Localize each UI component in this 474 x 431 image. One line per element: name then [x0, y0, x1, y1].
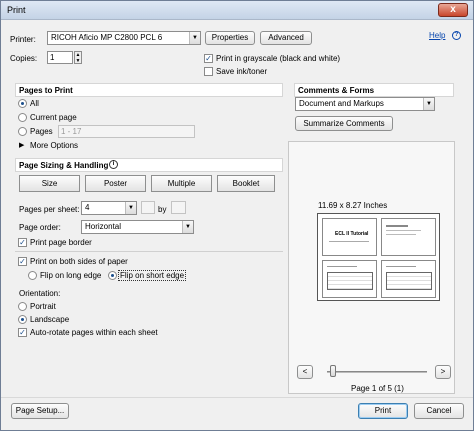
preview-page-4 — [381, 260, 436, 298]
comments-selected: Document and Markups — [299, 99, 384, 108]
pages-per-sheet-cols[interactable] — [141, 201, 155, 214]
tab-poster[interactable]: Poster — [85, 175, 146, 192]
grayscale-label: Print in grayscale (black and white) — [216, 54, 341, 63]
landscape-label: Landscape — [30, 315, 70, 324]
cancel-button[interactable]: Cancel — [414, 403, 464, 419]
preview-sheet: ECL II Tutorial — [317, 213, 440, 301]
advanced-button[interactable]: Advanced — [260, 31, 312, 45]
triangle-right-icon[interactable]: ▶ — [19, 141, 24, 149]
properties-button[interactable]: Properties — [205, 31, 255, 45]
page-sizing-title: Page Sizing & Handling — [19, 161, 109, 170]
chevron-down-icon: ▼ — [189, 32, 200, 44]
preview-page-2 — [381, 218, 436, 256]
page-border-label: Print page border — [30, 238, 92, 247]
portrait-label: Portrait — [30, 302, 56, 311]
chevron-down-icon: ▼ — [182, 221, 193, 233]
comments-select[interactable]: Document and Markups ▼ — [295, 97, 435, 111]
chevron-down-icon: ▼ — [423, 98, 434, 110]
save-ink-checkbox[interactable] — [204, 67, 213, 76]
long-edge-radio[interactable] — [28, 271, 37, 280]
window-title: Print — [7, 5, 26, 15]
printer-selected: RICOH Aficio MP C2800 PCL 6 — [51, 33, 163, 42]
pages-range-input[interactable]: 1 - 17 — [58, 125, 195, 138]
title-bar: Print x — [1, 1, 473, 20]
print-dialog: Print x Printer: RICOH Aficio MP C2800 P… — [0, 0, 474, 431]
preview-table — [386, 272, 432, 290]
page-sizing-header: Page Sizing & Handling — [15, 158, 283, 172]
preview-line — [329, 241, 369, 242]
preview-table — [327, 272, 373, 290]
landscape-radio[interactable] — [18, 315, 27, 324]
portrait-radio[interactable] — [18, 302, 27, 311]
all-pages-label: All — [30, 99, 39, 108]
grayscale-checkbox[interactable]: ✓ — [204, 54, 213, 63]
pages-per-sheet-rows[interactable] — [171, 201, 186, 214]
orientation-label: Orientation: — [19, 289, 61, 298]
short-edge-label: Flip on short edge — [118, 270, 187, 281]
tab-size[interactable]: Size — [19, 175, 80, 192]
preview-line — [386, 234, 416, 235]
print-button[interactable]: Print — [358, 403, 408, 419]
page-border-checkbox[interactable]: ✓ — [18, 238, 27, 247]
preview-page-title: ECL II Tutorial — [335, 231, 369, 237]
footer-divider — [1, 397, 473, 398]
by-label: by — [158, 205, 167, 214]
printer-label: Printer: — [10, 35, 36, 44]
pages-per-sheet-select[interactable]: 4 ▼ — [81, 201, 137, 215]
page-order-select[interactable]: Horizontal ▼ — [81, 220, 194, 234]
pages-radio[interactable] — [18, 127, 27, 136]
info-icon[interactable]: i — [109, 160, 118, 169]
page-slider-track[interactable] — [327, 371, 427, 373]
close-button[interactable]: x — [438, 3, 468, 17]
current-page-label: Current page — [30, 113, 77, 122]
copies-input[interactable]: 1 — [47, 51, 73, 64]
pages-per-sheet-label: Pages per sheet: — [19, 205, 80, 214]
auto-rotate-label: Auto-rotate pages within each sheet — [30, 328, 158, 337]
auto-rotate-checkbox[interactable]: ✓ — [18, 328, 27, 337]
pages-label: Pages — [30, 127, 53, 136]
divider — [15, 251, 283, 252]
previous-page-button[interactable]: < — [297, 365, 313, 379]
help-icon[interactable]: ? — [452, 31, 461, 40]
preview-page-3 — [322, 260, 377, 298]
summarize-comments-button[interactable]: Summarize Comments — [295, 116, 393, 131]
pages-per-sheet-value: 4 — [85, 203, 90, 212]
both-sides-checkbox[interactable]: ✓ — [18, 257, 27, 266]
both-sides-label: Print on both sides of paper — [30, 257, 128, 266]
more-options-link[interactable]: More Options — [30, 141, 78, 150]
preview-line — [327, 266, 357, 267]
save-ink-label: Save ink/toner — [216, 67, 268, 76]
current-page-radio[interactable] — [18, 113, 27, 122]
page-slider-thumb[interactable] — [330, 365, 336, 377]
paper-size-text: 11.69 x 8.27 Inches — [318, 201, 388, 210]
short-edge-radio[interactable] — [108, 271, 117, 280]
printer-select[interactable]: RICOH Aficio MP C2800 PCL 6 ▼ — [47, 31, 201, 45]
page-indicator: Page 1 of 5 (1) — [351, 384, 404, 393]
chevron-down-icon: ▼ — [125, 202, 136, 214]
page-setup-button[interactable]: Page Setup... — [11, 403, 69, 419]
next-page-button[interactable]: > — [435, 365, 451, 379]
preview-line — [386, 225, 408, 227]
preview-line — [386, 230, 421, 231]
comments-forms-header: Comments & Forms — [294, 83, 454, 97]
all-pages-radio[interactable] — [18, 99, 27, 108]
long-edge-label: Flip on long edge — [40, 271, 102, 280]
page-order-value: Horizontal — [85, 222, 122, 231]
preview-page-1: ECL II Tutorial — [322, 218, 377, 256]
copies-spinner[interactable]: ▲ ▼ — [74, 51, 82, 64]
page-order-label: Page order: — [19, 223, 61, 232]
copies-label: Copies: — [10, 54, 38, 63]
preview-line — [386, 266, 416, 267]
tab-booklet[interactable]: Booklet — [217, 175, 275, 192]
tab-multiple[interactable]: Multiple — [151, 175, 212, 192]
help-link[interactable]: Help — [429, 31, 445, 40]
pages-to-print-header: Pages to Print — [15, 83, 283, 97]
